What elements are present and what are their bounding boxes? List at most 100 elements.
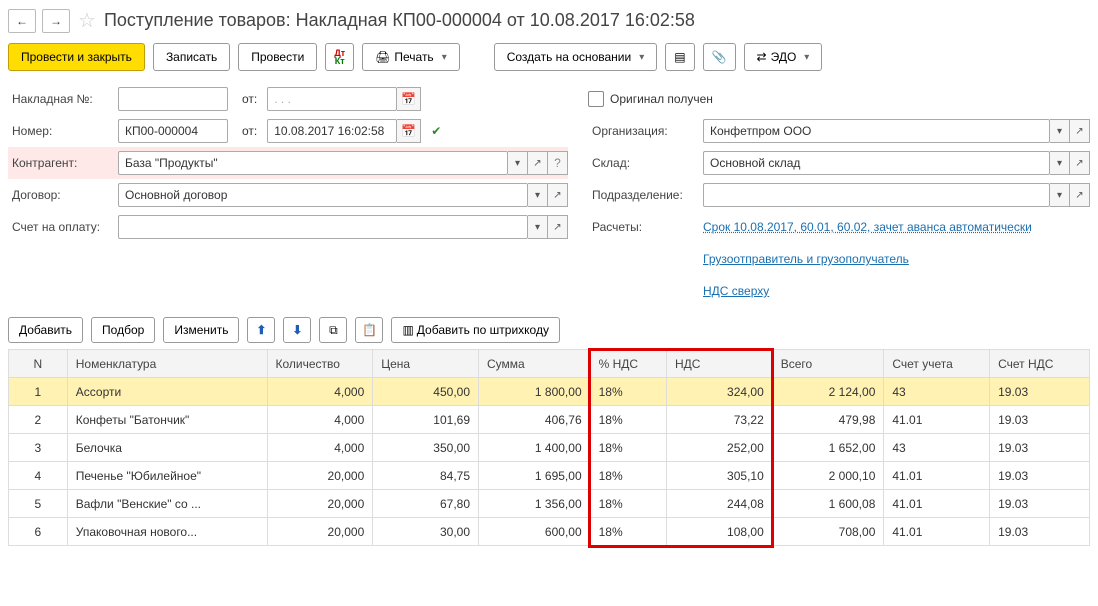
cell-vat-pct[interactable]: 18% (590, 490, 666, 518)
post-and-close-button[interactable]: Провести и закрыть (8, 43, 145, 71)
number-input[interactable]: КП00-000004 (118, 119, 228, 143)
cell-nomenclature[interactable]: Печенье "Юбилейное" (67, 462, 267, 490)
table-row[interactable]: 6Упаковочная нового...20,00030,00600,001… (9, 518, 1090, 546)
cell-total[interactable]: 1 652,00 (772, 434, 884, 462)
col-price[interactable]: Цена (373, 350, 479, 378)
col-sum[interactable]: Сумма (479, 350, 591, 378)
calendar-button-2[interactable]: 📅 (397, 119, 421, 143)
cell-vat-pct[interactable]: 18% (590, 406, 666, 434)
payment-invoice-input[interactable] (118, 215, 528, 239)
original-received-checkbox[interactable] (588, 91, 604, 107)
date-input[interactable]: 10.08.2017 16:02:58 (267, 119, 397, 143)
cell-account[interactable]: 43 (884, 378, 990, 406)
table-paste-button[interactable]: 📋 (355, 317, 383, 343)
cell-vat[interactable]: 305,10 (667, 462, 773, 490)
table-copy-button[interactable]: ⧉ (319, 317, 347, 343)
contractor-help-button[interactable]: ? (548, 151, 568, 175)
contract-dropdown-button[interactable]: ▾ (528, 183, 548, 207)
organization-dropdown-button[interactable]: ▾ (1050, 119, 1070, 143)
edo-button[interactable]: ⇄ ЭДО (744, 43, 823, 71)
table-row[interactable]: 2Конфеты "Батончик"4,000101,69406,7618%7… (9, 406, 1090, 434)
print-button[interactable]: 🖨 Печать (362, 43, 460, 71)
subdivision-open-button[interactable]: ↗ (1070, 183, 1090, 207)
vat-above-link[interactable]: НДС сверху (703, 284, 769, 298)
cell-account[interactable]: 41.01 (884, 462, 990, 490)
cell-price[interactable]: 30,00 (373, 518, 479, 546)
col-quantity[interactable]: Количество (267, 350, 373, 378)
contract-open-button[interactable]: ↗ (548, 183, 568, 207)
cell-qty[interactable]: 4,000 (267, 378, 373, 406)
cell-sum[interactable]: 1 695,00 (479, 462, 591, 490)
payment-invoice-dropdown-button[interactable]: ▾ (528, 215, 548, 239)
cell-nomenclature[interactable]: Конфеты "Батончик" (67, 406, 267, 434)
cell-sum[interactable]: 600,00 (479, 518, 591, 546)
table-row[interactable]: 3Белочка4,000350,001 400,0018%252,001 65… (9, 434, 1090, 462)
cell-vat-account[interactable]: 19.03 (990, 406, 1090, 434)
cell-qty[interactable]: 20,000 (267, 490, 373, 518)
cell-total[interactable]: 479,98 (772, 406, 884, 434)
cell-vat-account[interactable]: 19.03 (990, 518, 1090, 546)
cell-account[interactable]: 41.01 (884, 490, 990, 518)
col-vat-pct[interactable]: % НДС (590, 350, 666, 378)
cell-vat[interactable]: 73,22 (667, 406, 773, 434)
cell-sum[interactable]: 1 400,00 (479, 434, 591, 462)
cell-qty[interactable]: 20,000 (267, 462, 373, 490)
cell-vat[interactable]: 252,00 (667, 434, 773, 462)
table-row[interactable]: 4Печенье "Юбилейное"20,00084,751 695,00 1… (9, 462, 1090, 490)
cell-n[interactable]: 4 (9, 462, 68, 490)
warehouse-dropdown-button[interactable]: ▾ (1050, 151, 1070, 175)
cell-sum[interactable]: 406,76 (479, 406, 591, 434)
nav-back-button[interactable]: ← (8, 9, 36, 33)
warehouse-input[interactable]: Основной склад (703, 151, 1050, 175)
cell-vat-account[interactable]: 19.03 (990, 490, 1090, 518)
cell-n[interactable]: 2 (9, 406, 68, 434)
cell-price[interactable]: 101,69 (373, 406, 479, 434)
cell-price[interactable]: 350,00 (373, 434, 479, 462)
cell-qty[interactable]: 20,000 (267, 518, 373, 546)
cell-sum[interactable]: 1 800,00 (479, 378, 591, 406)
payment-invoice-open-button[interactable]: ↗ (548, 215, 568, 239)
save-button[interactable]: Записать (153, 43, 230, 71)
cell-vat[interactable]: 244,08 (667, 490, 773, 518)
col-total[interactable]: Всего (772, 350, 884, 378)
subdivision-dropdown-button[interactable]: ▾ (1050, 183, 1070, 207)
cell-nomenclature[interactable]: Белочка (67, 434, 267, 462)
cell-price[interactable]: 84,75 (373, 462, 479, 490)
contractor-dropdown-button[interactable]: ▾ (508, 151, 528, 175)
contractor-open-button[interactable]: ↗ (528, 151, 548, 175)
col-vat[interactable]: НДС (667, 350, 773, 378)
contract-input[interactable]: Основной договор (118, 183, 528, 207)
cell-qty[interactable]: 4,000 (267, 434, 373, 462)
cell-vat[interactable]: 108,00 (667, 518, 773, 546)
cell-total[interactable]: 1 600,08 (772, 490, 884, 518)
warehouse-open-button[interactable]: ↗ (1070, 151, 1090, 175)
cell-vat-pct[interactable]: 18% (590, 378, 666, 406)
col-nomenclature[interactable]: Номенклатура (67, 350, 267, 378)
register-button[interactable]: ▤ (665, 43, 694, 71)
cell-vat[interactable]: 324,00 (667, 378, 773, 406)
favorite-star-icon[interactable]: ☆ (78, 8, 96, 33)
table-row[interactable]: 1Ассорти4,000450,001 800,0018%324,002 12… (9, 378, 1090, 406)
cell-sum[interactable]: 1 356,00 (479, 490, 591, 518)
shipper-link[interactable]: Грузоотправитель и грузополучатель (703, 252, 909, 266)
cell-nomenclature[interactable]: Ассорти (67, 378, 267, 406)
table-add-button[interactable]: Добавить (8, 317, 83, 343)
col-n[interactable]: N (9, 350, 68, 378)
cell-total[interactable]: 2 124,00 (772, 378, 884, 406)
settlements-link[interactable]: Срок 10.08.2017, 60.01, 60.02, зачет ава… (703, 220, 1032, 234)
subdivision-input[interactable] (703, 183, 1050, 207)
organization-input[interactable]: Конфетпром ООО (703, 119, 1050, 143)
cell-total[interactable]: 2 000,10 (772, 462, 884, 490)
cell-total[interactable]: 708,00 (772, 518, 884, 546)
nav-forward-button[interactable]: → (42, 9, 70, 33)
cell-vat-account[interactable]: 19.03 (990, 462, 1090, 490)
table-pick-button[interactable]: Подбор (91, 317, 155, 343)
table-edit-button[interactable]: Изменить (163, 317, 239, 343)
cell-vat-pct[interactable]: 18% (590, 518, 666, 546)
cell-n[interactable]: 1 (9, 378, 68, 406)
cell-qty[interactable]: 4,000 (267, 406, 373, 434)
post-button[interactable]: Провести (238, 43, 317, 71)
cell-nomenclature[interactable]: Упаковочная нового... (67, 518, 267, 546)
create-based-on-button[interactable]: Создать на основании (494, 43, 658, 71)
table-row[interactable]: 5Вафли "Венские" со ...20,00067,801 356,… (9, 490, 1090, 518)
